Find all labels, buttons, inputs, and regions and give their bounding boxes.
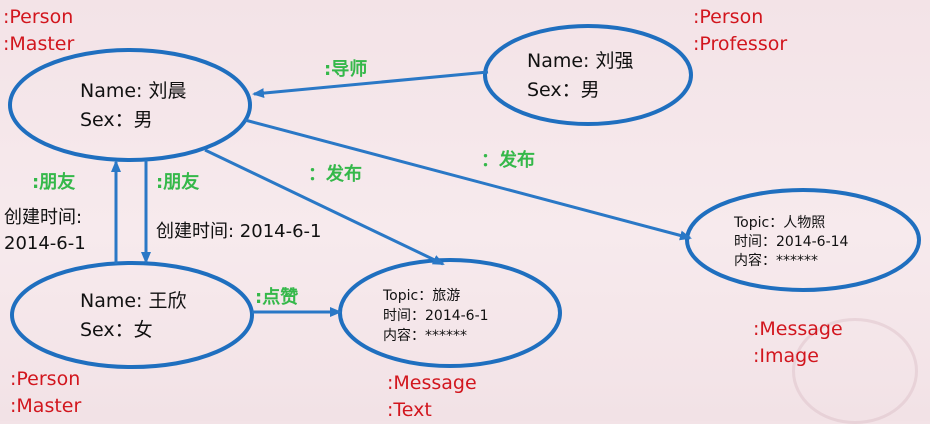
- edge-label-friend-left: :朋友: [32, 172, 76, 193]
- type-message: :Message: [387, 372, 477, 394]
- message-topic: Topic：人物照: [734, 215, 826, 231]
- edge-label-publish-image: ：发布: [481, 150, 535, 171]
- type-label-wangxin: :Person :Master: [10, 366, 81, 420]
- edge-friend-right-time: 创建时间: 2014-6-1: [156, 221, 322, 242]
- type-label-msg-text: :Message :Text: [387, 370, 477, 424]
- edge-friend-left-time: 创建时间: 2014-6-1: [4, 205, 86, 257]
- type-label-liuchen: :Person :Master: [3, 4, 74, 58]
- type-label-liuqiang: :Person :Professor: [693, 4, 787, 58]
- edge-label-like: :点赞: [255, 287, 299, 308]
- node-liuqiang-attrs: Name: 刘强 Sex：男: [527, 47, 634, 105]
- type-master: :Master: [3, 33, 75, 55]
- time-label: 创建时间:: [4, 207, 83, 228]
- edge-advisor: [252, 70, 489, 99]
- node-name: Name: 刘晨: [80, 80, 187, 102]
- node-msg-image-attrs: Topic：人物照 时间：2014-6-14 内容：******: [734, 214, 848, 271]
- node-sex: Sex：男: [80, 109, 153, 131]
- type-image: :Image: [753, 345, 819, 367]
- edge-label-advisor: :导师: [324, 59, 368, 80]
- message-time: 时间：2014-6-14: [734, 234, 849, 250]
- type-message: :Message: [753, 318, 843, 340]
- node-liuchen-attrs: Name: 刘晨 Sex：男: [80, 77, 187, 135]
- node-name: Name: 王欣: [80, 290, 187, 312]
- node-wangxin-attrs: Name: 王欣 Sex：女: [80, 287, 187, 345]
- node-name: Name: 刘强: [527, 50, 634, 72]
- time-value: 2014-6-1: [4, 233, 86, 254]
- type-master: :Master: [10, 395, 82, 417]
- type-label-msg-image: :Message :Image: [753, 316, 843, 370]
- message-content: 内容：******: [383, 328, 467, 344]
- message-content: 内容：******: [734, 253, 818, 269]
- type-person: :Person: [3, 6, 74, 28]
- edge-label-publish-text: ：发布: [308, 164, 362, 185]
- node-sex: Sex：女: [80, 319, 153, 341]
- type-person: :Person: [693, 6, 764, 28]
- message-topic: Topic：旅游: [383, 288, 461, 304]
- message-time: 时间：2014-6-1: [383, 308, 489, 324]
- type-person: :Person: [10, 368, 81, 390]
- type-professor: :Professor: [693, 33, 788, 55]
- edge-label-friend-right: :朋友: [156, 172, 200, 193]
- node-msg-text-attrs: Topic：旅游 时间：2014-6-1 内容：******: [383, 286, 489, 346]
- type-text: :Text: [387, 399, 432, 421]
- node-sex: Sex：男: [527, 79, 600, 101]
